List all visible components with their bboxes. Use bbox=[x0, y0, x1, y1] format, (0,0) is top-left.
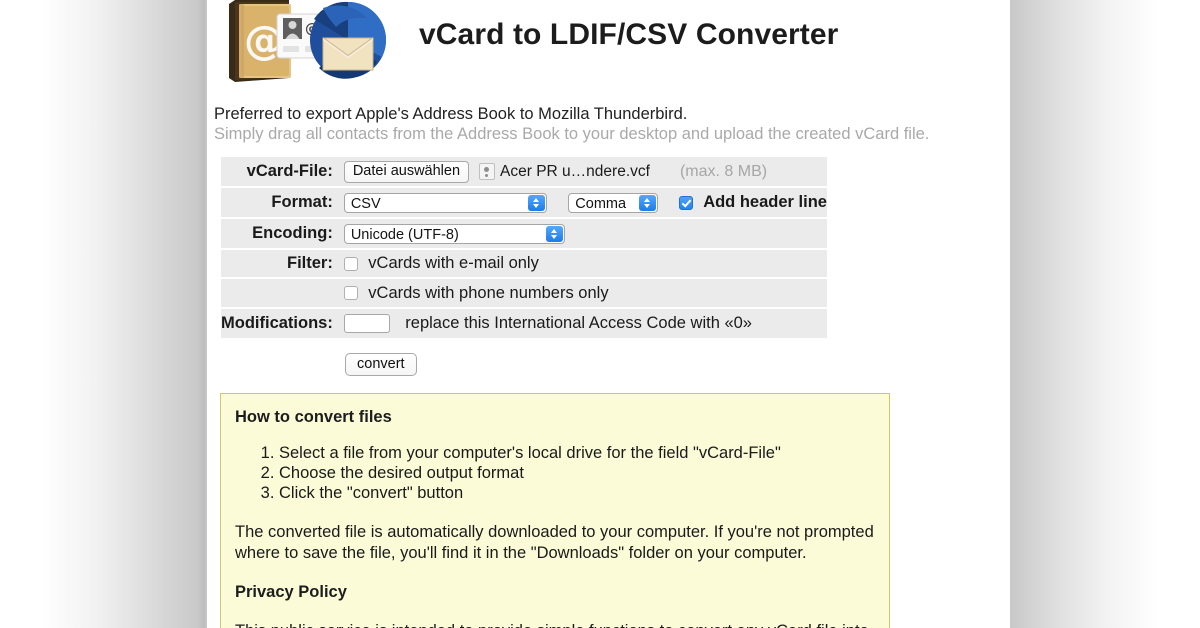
filter-field-email: vCards with e-mail only bbox=[339, 249, 827, 280]
filter-phone-only-checkbox[interactable] bbox=[343, 286, 358, 301]
format-field: CSV Comma Add header line bbox=[339, 187, 827, 219]
addressbook-thunderbird-icon: @ @ bbox=[215, 0, 405, 96]
privacy-policy-paragraph: This public service is intended to provi… bbox=[235, 621, 875, 628]
list-item: Choose the desired output format bbox=[279, 463, 875, 483]
form-row-filter: Filter: vCards with e-mail only bbox=[221, 249, 827, 280]
help-heading: How to convert files bbox=[235, 408, 392, 426]
page-header: @ @ bbox=[207, 0, 1010, 100]
page-root: @ @ bbox=[0, 0, 1200, 628]
form-row-encoding: Encoding: Unicode (UTF-8) bbox=[221, 218, 827, 250]
form-row-filter-phone: vCards with phone numbers only bbox=[221, 278, 827, 309]
add-header-line-toggle[interactable]: Add header line bbox=[678, 193, 827, 212]
choose-file-button[interactable]: Datei auswählen bbox=[343, 160, 470, 183]
content-column: @ @ bbox=[207, 0, 1010, 628]
encoding-label: Encoding: bbox=[221, 218, 340, 250]
vcard-file-label: vCard-File: bbox=[221, 157, 340, 188]
form-row-modifications: Modifications: replace this Internationa… bbox=[221, 307, 827, 338]
delimiter-select[interactable]: Comma bbox=[568, 192, 659, 213]
encoding-select-value: Unicode (UTF-8) bbox=[350, 226, 459, 243]
list-item: Select a file from your computer's local… bbox=[279, 443, 875, 463]
chevron-updown-icon bbox=[545, 225, 563, 242]
format-label: Format: bbox=[221, 187, 340, 219]
format-select[interactable]: CSV bbox=[343, 192, 547, 213]
help-steps-list: Select a file from your computer's local… bbox=[235, 443, 875, 503]
intro-line-secondary: Simply drag all contacts from the Addres… bbox=[214, 125, 930, 143]
filter-label: Filter: bbox=[221, 249, 340, 280]
converter-form: vCard-File: Datei auswählen Acer PR u…nd… bbox=[221, 157, 827, 338]
filter-field-phone: vCards with phone numbers only bbox=[339, 278, 827, 309]
help-download-paragraph: The converted file is automatically down… bbox=[235, 523, 874, 562]
chevron-updown-icon bbox=[527, 194, 545, 211]
add-header-line-checkbox[interactable] bbox=[678, 195, 693, 210]
international-access-code-input[interactable] bbox=[343, 313, 390, 333]
modifications-label: Modifications: bbox=[221, 313, 333, 332]
format-select-value: CSV bbox=[350, 195, 381, 212]
privacy-policy-heading: Privacy Policy bbox=[235, 583, 347, 601]
filter-phone-only-option[interactable]: vCards with phone numbers only bbox=[343, 279, 827, 306]
intro-text: Preferred to export Apple's Address Book… bbox=[214, 104, 1004, 144]
filter-email-only-option[interactable]: vCards with e-mail only bbox=[343, 250, 827, 277]
selected-file-name: Acer PR u…ndere.vcf bbox=[500, 162, 650, 180]
vcard-file-icon bbox=[479, 163, 496, 180]
filter-phone-only-label: vCards with phone numbers only bbox=[368, 283, 609, 302]
form-row-format: Format: CSV Comma Add header line bbox=[221, 187, 827, 219]
form-row-vcard-file: vCard-File: Datei auswählen Acer PR u…nd… bbox=[221, 157, 827, 188]
list-item: Click the "convert" button bbox=[279, 483, 875, 503]
add-header-line-label: Add header line bbox=[703, 193, 827, 211]
chevron-updown-icon bbox=[639, 194, 657, 211]
max-size-hint: (max. 8 MB) bbox=[679, 162, 768, 180]
encoding-select[interactable]: Unicode (UTF-8) bbox=[343, 223, 565, 244]
page-title: vCard to LDIF/CSV Converter bbox=[419, 18, 839, 51]
filter-email-only-label: vCards with e-mail only bbox=[368, 254, 539, 273]
convert-button[interactable]: convert bbox=[345, 353, 417, 376]
modifications-description: replace this International Access Code w… bbox=[405, 313, 752, 332]
vcard-file-field: Datei auswählen Acer PR u…ndere.vcf (max… bbox=[339, 157, 827, 188]
page-gutter-right bbox=[1010, 0, 1200, 628]
filter-email-only-checkbox[interactable] bbox=[343, 256, 358, 271]
encoding-field: Unicode (UTF-8) bbox=[339, 218, 827, 250]
help-panel: How to convert files Select a file from … bbox=[220, 393, 890, 628]
page-gutter-left bbox=[0, 0, 207, 628]
intro-line-primary: Preferred to export Apple's Address Book… bbox=[214, 105, 688, 123]
filter-label-spacer bbox=[221, 278, 340, 309]
modifications-field: replace this International Access Code w… bbox=[340, 308, 827, 338]
